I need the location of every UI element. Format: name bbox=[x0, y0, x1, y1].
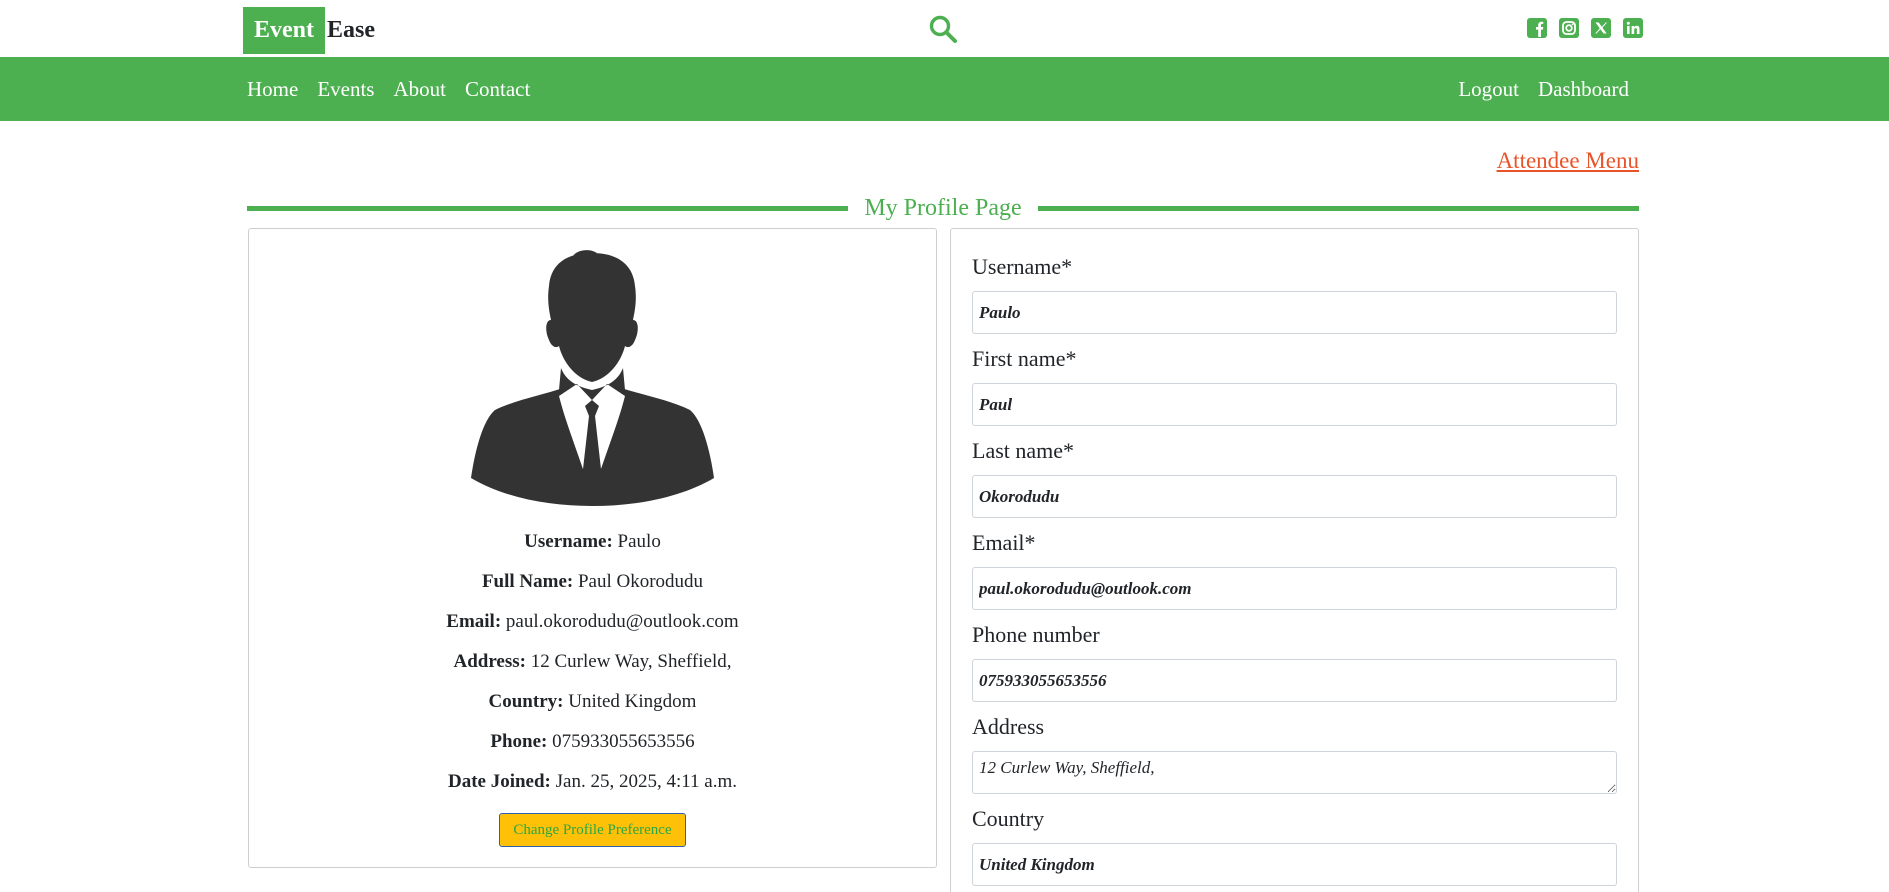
first-name-label: First name* bbox=[972, 346, 1077, 371]
country-field[interactable] bbox=[972, 843, 1617, 886]
brand-event-text: Event bbox=[243, 7, 325, 54]
address-field[interactable]: 12 Curlew Way, Sheffield, bbox=[972, 751, 1617, 794]
detail-label: Address: bbox=[453, 651, 526, 672]
detail-date-joined: Date Joined: Jan. 25, 2025, 4:11 a.m. bbox=[248, 764, 937, 804]
social-links bbox=[1526, 17, 1644, 39]
address-label: Address bbox=[972, 714, 1045, 739]
x-icon[interactable] bbox=[1590, 17, 1612, 39]
main-navbar: Home Events About Contact Logout Dashboa… bbox=[0, 57, 1889, 121]
divider-line-left bbox=[247, 205, 849, 211]
detail-label: Country: bbox=[488, 691, 564, 712]
detail-label: Full Name: bbox=[481, 571, 574, 592]
detail-value: Paulo bbox=[617, 531, 661, 552]
nav-dashboard[interactable]: Dashboard bbox=[1538, 77, 1629, 102]
detail-email: Email: paul.okorodudu@outlook.com bbox=[248, 604, 937, 644]
username-label: Username* bbox=[972, 254, 1073, 279]
linkedin-icon[interactable] bbox=[1622, 17, 1644, 39]
first-name-field[interactable] bbox=[972, 383, 1617, 426]
search-icon[interactable] bbox=[928, 14, 958, 44]
detail-username: Username: Paulo bbox=[248, 524, 937, 564]
brand-logo[interactable]: Event Ease bbox=[243, 7, 375, 54]
nav-home[interactable]: Home bbox=[247, 77, 298, 102]
divider-line-right bbox=[1037, 205, 1639, 211]
detail-address: Address: 12 Curlew Way, Sheffield, bbox=[248, 644, 937, 684]
email-label: Email* bbox=[972, 530, 1036, 555]
username-field[interactable] bbox=[972, 291, 1617, 334]
profile-details: Username: Paulo Full Name: Paul Okorodud… bbox=[248, 524, 937, 804]
last-name-label: Last name* bbox=[972, 438, 1075, 463]
email-field[interactable] bbox=[972, 567, 1617, 610]
page-title-divider: My Profile Page bbox=[247, 193, 1639, 223]
nav-about[interactable]: About bbox=[393, 77, 446, 102]
country-label: Country bbox=[972, 806, 1045, 831]
detail-value: 12 Curlew Way, Sheffield, bbox=[530, 651, 732, 672]
change-profile-preference-button[interactable]: Change Profile Preference bbox=[499, 813, 686, 847]
nav-events[interactable]: Events bbox=[317, 77, 374, 102]
detail-value: Paul Okorodudu bbox=[577, 571, 704, 592]
nav-right-group: Logout Dashboard bbox=[1458, 57, 1629, 121]
nav-left-group: Home Events About Contact bbox=[247, 57, 530, 121]
brand-ease-text: Ease bbox=[327, 17, 375, 43]
phone-field[interactable] bbox=[972, 659, 1617, 702]
detail-value: Jan. 25, 2025, 4:11 a.m. bbox=[555, 771, 738, 792]
person-silhouette-icon bbox=[471, 250, 714, 506]
nav-contact[interactable]: Contact bbox=[465, 77, 530, 102]
last-name-field[interactable] bbox=[972, 475, 1617, 518]
detail-value: United Kingdom bbox=[568, 691, 697, 712]
facebook-icon[interactable] bbox=[1526, 17, 1548, 39]
phone-label: Phone number bbox=[972, 622, 1100, 647]
detail-full-name: Full Name: Paul Okorodudu bbox=[248, 564, 937, 604]
detail-label: Email: bbox=[446, 611, 502, 632]
detail-country: Country: United Kingdom bbox=[248, 684, 937, 724]
top-bar: Event Ease bbox=[0, 0, 1889, 57]
detail-value: paul.okorodudu@outlook.com bbox=[505, 611, 739, 632]
attendee-menu-link[interactable]: Attendee Menu bbox=[1497, 148, 1639, 174]
nav-logout[interactable]: Logout bbox=[1458, 77, 1519, 102]
detail-label: Phone: bbox=[490, 731, 548, 752]
detail-value: 075933055653556 bbox=[552, 731, 695, 752]
detail-label: Date Joined: bbox=[447, 771, 551, 792]
page-title: My Profile Page bbox=[864, 194, 1022, 221]
detail-label: Username: bbox=[524, 531, 613, 552]
instagram-icon[interactable] bbox=[1558, 17, 1580, 39]
detail-phone: Phone: 075933055653556 bbox=[248, 724, 937, 764]
